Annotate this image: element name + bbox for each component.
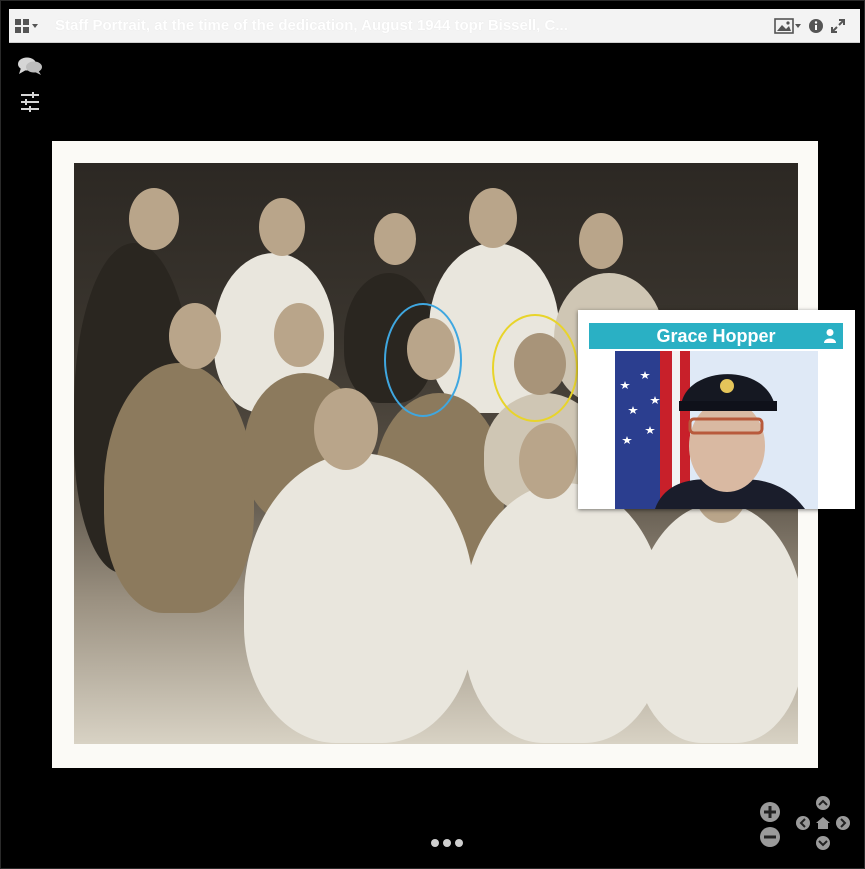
chevron-up-icon[interactable] (815, 795, 831, 811)
expand-icon[interactable] (830, 18, 846, 34)
grid-icon[interactable] (15, 18, 39, 33)
user-icon[interactable] (823, 328, 837, 349)
image-viewer: Staff Portrait, at the time of the dedic… (0, 0, 865, 869)
info-icon[interactable] (808, 18, 824, 34)
person-popup[interactable]: Grace Hopper (578, 310, 855, 509)
image-title: Staff Portrait, at the time of the dedic… (55, 17, 568, 34)
home-icon[interactable] (815, 815, 831, 831)
person-portrait (615, 351, 818, 509)
side-toolbar (17, 55, 43, 113)
chevron-left-icon[interactable] (795, 815, 811, 831)
face-tag-blue[interactable] (384, 303, 462, 417)
plus-icon[interactable] (759, 801, 781, 823)
title-bar: Staff Portrait, at the time of the dedic… (9, 9, 860, 43)
chevron-down-icon[interactable] (815, 835, 831, 851)
sliders-icon[interactable] (17, 91, 43, 113)
chevron-right-icon[interactable] (835, 815, 851, 831)
navigation-controls (759, 795, 859, 851)
person-name: Grace Hopper (656, 325, 776, 346)
more-options-icon[interactable] (431, 839, 463, 847)
image-icon[interactable] (774, 17, 802, 34)
comments-icon[interactable] (17, 55, 43, 77)
face-tag-yellow[interactable] (492, 314, 578, 422)
popup-header: Grace Hopper (589, 323, 843, 349)
minus-icon[interactable] (759, 826, 781, 848)
